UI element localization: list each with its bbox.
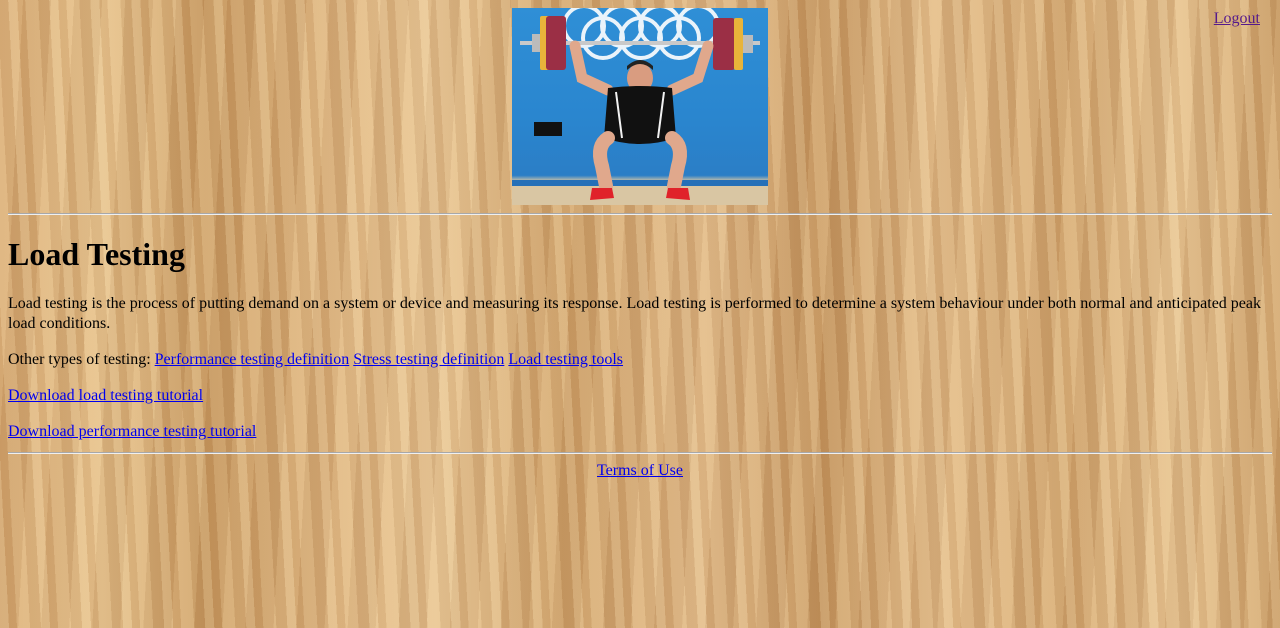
header-banner bbox=[0, 0, 1280, 205]
page-title: Load Testing bbox=[8, 236, 185, 272]
header-divider bbox=[8, 213, 1272, 215]
load-testing-tools-link[interactable]: Load testing tools bbox=[508, 351, 623, 368]
intro-paragraph: Load testing is the process of putting d… bbox=[8, 295, 1261, 332]
stress-testing-link[interactable]: Stress testing definition bbox=[353, 351, 504, 368]
logout-link[interactable]: Logout bbox=[1214, 10, 1260, 27]
other-types-label: Other types of testing: bbox=[8, 351, 151, 368]
logout-container: Logout bbox=[1214, 9, 1260, 29]
download-load-paragraph: Download load testing tutorial bbox=[8, 386, 1272, 406]
download-load-tutorial-link[interactable]: Download load testing tutorial bbox=[8, 387, 203, 404]
download-performance-tutorial-link[interactable]: Download performance testing tutorial bbox=[8, 423, 256, 440]
download-performance-paragraph: Download performance testing tutorial bbox=[8, 422, 1272, 442]
weightlifter-illustration bbox=[512, 8, 768, 205]
weightlifter-image bbox=[512, 8, 768, 205]
footer: Terms of Use bbox=[0, 462, 1280, 480]
footer-divider bbox=[8, 452, 1272, 454]
main-content: Load Testing Load testing is the process… bbox=[0, 236, 1280, 442]
performance-testing-link[interactable]: Performance testing definition bbox=[155, 351, 350, 368]
terms-of-use-link[interactable]: Terms of Use bbox=[597, 462, 683, 479]
other-types-paragraph: Other types of testing: Performance test… bbox=[8, 350, 1272, 370]
